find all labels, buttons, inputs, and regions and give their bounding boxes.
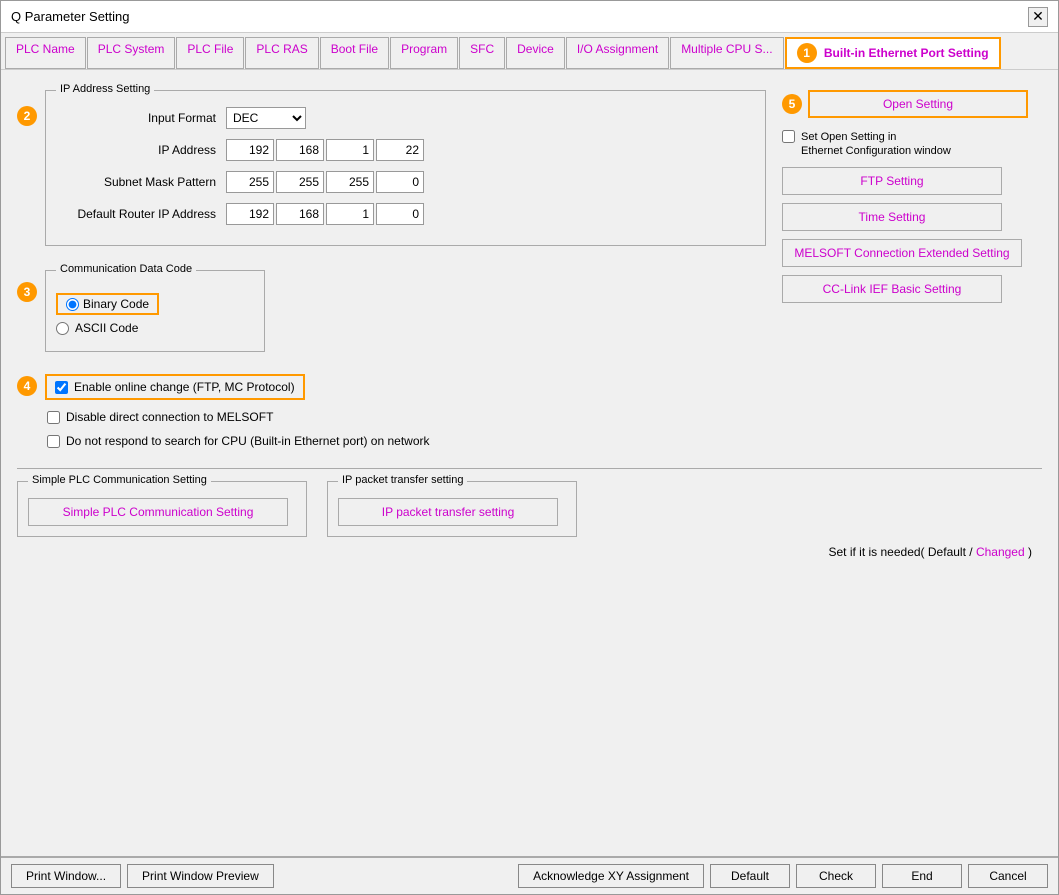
set-info-changed: Changed [976,545,1025,559]
set-open-row: Set Open Setting inEthernet Configuratio… [782,130,951,159]
melsoft-connection-button[interactable]: MELSOFT Connection Extended Setting [782,239,1022,267]
tab-plc-ras[interactable]: PLC RAS [245,37,318,69]
comm-data-code-title: Communication Data Code [56,263,196,275]
radio-ascii: ASCII Code [56,321,254,335]
right-panel: 5 Open Setting Set Open Setting inEthern… [782,90,1042,456]
set-info: Set if it is needed( Default / Changed ) [17,545,1042,559]
main-content: 2 IP Address Setting Input Format DEC HE… [1,70,1058,856]
router-octet-1[interactable] [226,203,274,225]
ip-octet-4[interactable] [376,139,424,161]
acknowledge-xy-button[interactable]: Acknowledge XY Assignment [518,864,704,888]
tab-badge-1: 1 [797,43,817,63]
ip-packet-title: IP packet transfer setting [338,474,467,486]
print-window-button[interactable]: Print Window... [11,864,121,888]
subnet-octet-4[interactable] [376,171,424,193]
ip-octet-2[interactable] [276,139,324,161]
do-not-respond-row: Do not respond to search for CPU (Built-… [47,434,766,448]
subnet-mask-inputs [226,171,424,193]
badge-4: 4 [17,376,37,396]
main-area: 2 IP Address Setting Input Format DEC HE… [17,90,1042,456]
bottom-panels: Simple PLC Communication Setting Simple … [17,481,1042,537]
tab-builtin-ethernet[interactable]: 1 Built-in Ethernet Port Setting [785,37,1001,69]
enable-online-checkbox[interactable] [55,381,68,394]
cclink-button[interactable]: CC-Link IEF Basic Setting [782,275,1002,303]
subnet-octet-1[interactable] [226,171,274,193]
tab-bar: PLC Name PLC System PLC File PLC RAS Boo… [1,33,1058,70]
radio-binary-label: Binary Code [83,297,149,311]
ip-address-row: IP Address [56,139,755,161]
tab-device[interactable]: Device [506,37,565,69]
subnet-octet-2[interactable] [276,171,324,193]
radio-binary: Binary Code [56,293,254,315]
subnet-mask-label: Subnet Mask Pattern [56,175,226,189]
ip-address-group-title: IP Address Setting [56,83,154,95]
tab-io-assignment[interactable]: I/O Assignment [566,37,669,69]
simple-plc-panel: Simple PLC Communication Setting Simple … [17,481,307,537]
ftp-setting-button[interactable]: FTP Setting [782,167,1002,195]
cancel-button[interactable]: Cancel [968,864,1048,888]
set-open-checkbox[interactable] [782,130,795,143]
disable-direct-checkbox[interactable] [47,411,60,424]
main-window: Q Parameter Setting ✕ PLC Name PLC Syste… [0,0,1059,895]
badge-2: 2 [17,106,37,126]
ip-address-inputs [226,139,424,161]
badge-5: 5 [782,94,802,114]
input-format-row: Input Format DEC HEX [56,107,755,129]
left-panel: 2 IP Address Setting Input Format DEC HE… [17,90,766,456]
disable-direct-row: Disable direct connection to MELSOFT [47,410,766,424]
enable-online-label: Enable online change (FTP, MC Protocol) [74,380,295,394]
ip-address-group: IP Address Setting Input Format DEC HEX … [45,90,766,246]
open-setting-button[interactable]: Open Setting [808,90,1028,118]
default-router-inputs [226,203,424,225]
radio-group: Binary Code ASCII Code [56,287,254,341]
simple-plc-title: Simple PLC Communication Setting [28,474,211,486]
ip-packet-button[interactable]: IP packet transfer setting [338,498,558,526]
router-octet-4[interactable] [376,203,424,225]
disable-direct-label: Disable direct connection to MELSOFT [66,410,273,424]
tab-plc-system[interactable]: PLC System [87,37,176,69]
router-octet-2[interactable] [276,203,324,225]
ip-address-label: IP Address [56,143,226,157]
set-info-prefix: Set if it is needed( [828,545,924,559]
comm-data-code-group: Communication Data Code Binary Code AS [45,270,265,352]
tab-plc-name[interactable]: PLC Name [5,37,86,69]
tab-sfc[interactable]: SFC [459,37,505,69]
footer: Print Window... Print Window Preview Ack… [1,856,1058,894]
router-octet-3[interactable] [326,203,374,225]
do-not-respond-checkbox[interactable] [47,435,60,448]
set-open-label: Set Open Setting inEthernet Configuratio… [801,130,951,159]
radio-binary-input[interactable] [66,298,79,311]
tab-program[interactable]: Program [390,37,458,69]
tab-multiple-cpu[interactable]: Multiple CPU S... [670,37,783,69]
print-preview-button[interactable]: Print Window Preview [127,864,274,888]
end-button[interactable]: End [882,864,962,888]
simple-plc-button[interactable]: Simple PLC Communication Setting [28,498,288,526]
set-info-slash: / [969,545,976,559]
subnet-octet-3[interactable] [326,171,374,193]
ip-octet-1[interactable] [226,139,274,161]
set-info-suffix: ) [1028,545,1032,559]
time-setting-button[interactable]: Time Setting [782,203,1002,231]
radio-ascii-label: ASCII Code [75,321,138,335]
do-not-respond-label: Do not respond to search for CPU (Built-… [66,434,430,448]
input-format-label: Input Format [56,111,226,125]
tab-boot-file[interactable]: Boot File [320,37,389,69]
badge-3: 3 [17,282,37,302]
ip-octet-3[interactable] [326,139,374,161]
input-format-select[interactable]: DEC HEX [226,107,306,129]
check-button[interactable]: Check [796,864,876,888]
set-info-default: Default [928,545,966,559]
window-title: Q Parameter Setting [11,9,130,24]
enable-online-box: Enable online change (FTP, MC Protocol) [45,374,305,400]
separator [17,468,1042,469]
radio-ascii-input[interactable] [56,322,69,335]
default-router-row: Default Router IP Address [56,203,755,225]
ip-packet-panel: IP packet transfer setting IP packet tra… [327,481,577,537]
default-button[interactable]: Default [710,864,790,888]
default-router-label: Default Router IP Address [56,207,226,221]
close-button[interactable]: ✕ [1028,7,1048,27]
title-bar: Q Parameter Setting ✕ [1,1,1058,33]
tab-plc-file[interactable]: PLC File [176,37,244,69]
subnet-mask-row: Subnet Mask Pattern [56,171,755,193]
